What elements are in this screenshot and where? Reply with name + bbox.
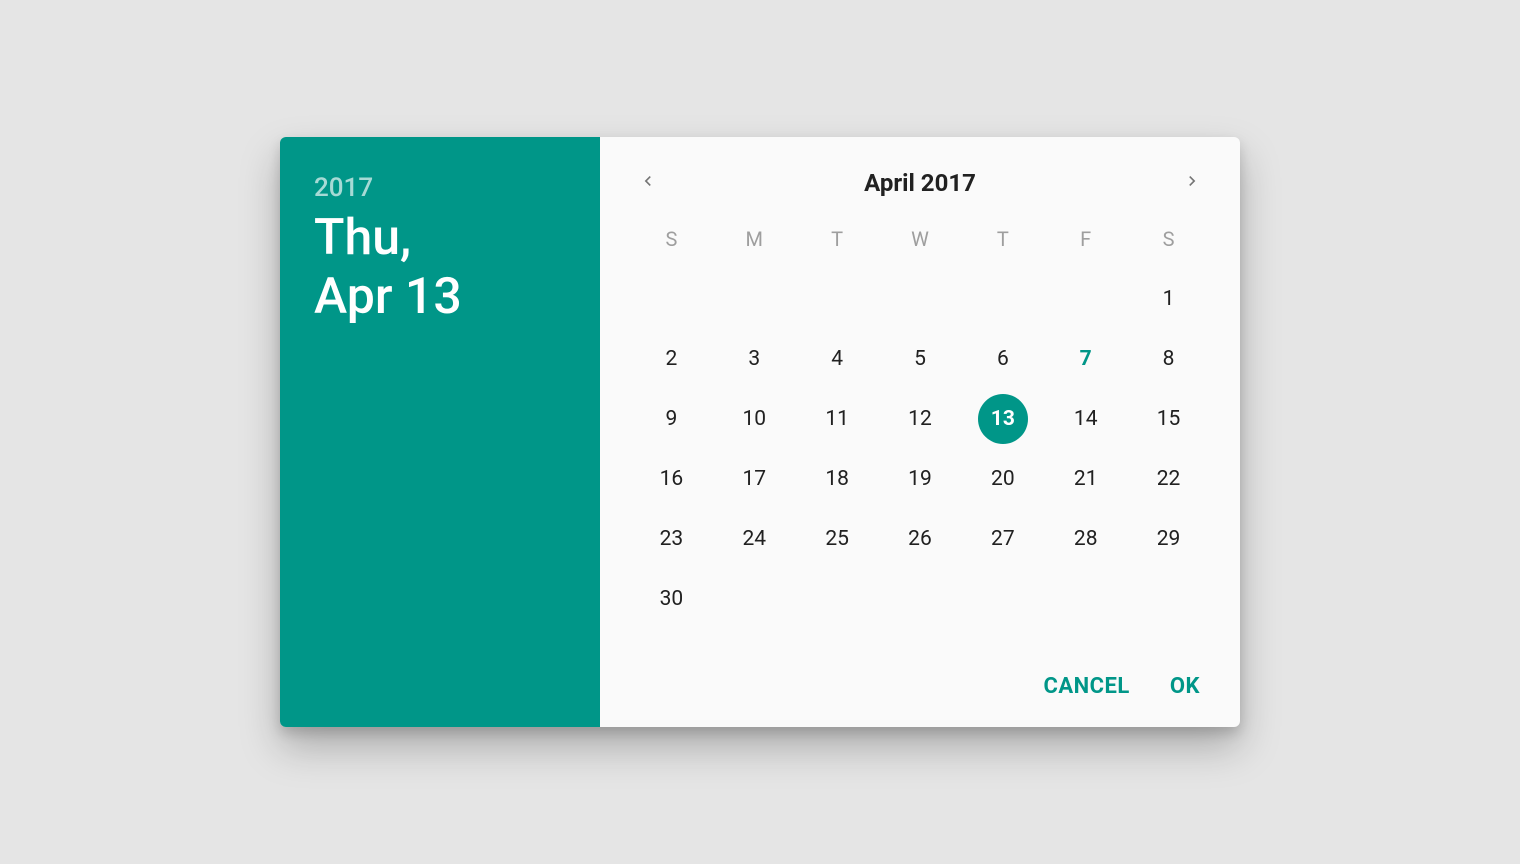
calendar-day[interactable]: 21 [1044,449,1127,509]
weekday-label: F [1044,219,1127,259]
weekday-label: W [879,219,962,259]
chevron-left-icon [638,171,658,195]
calendar-blank-cell [796,269,879,329]
calendar-day[interactable]: 11 [796,389,879,449]
calendar-day[interactable]: 22 [1127,449,1210,509]
cancel-button[interactable]: CANCEL [1043,674,1129,699]
dialog-actions: CANCEL OK [630,662,1210,707]
calendar-grid: 1234567891011121314151617181920212223242… [630,269,1210,629]
calendar-day[interactable]: 17 [713,449,796,509]
calendar-blank-cell [1044,269,1127,329]
weekday-label: T [961,219,1044,259]
calendar-day[interactable]: 2 [630,329,713,389]
calendar-day[interactable]: 5 [879,329,962,389]
calendar-day[interactable]: 20 [961,449,1044,509]
weekday-header: SMTWTFS [630,219,1210,259]
calendar-day[interactable]: 26 [879,509,962,569]
calendar-day[interactable]: 29 [1127,509,1210,569]
calendar-blank-cell [879,269,962,329]
calendar-day[interactable]: 19 [879,449,962,509]
calendar-day[interactable]: 7 [1044,329,1127,389]
calendar-day[interactable]: 23 [630,509,713,569]
calendar-blank-cell [630,269,713,329]
calendar-day[interactable]: 6 [961,329,1044,389]
weekday-label: S [630,219,713,259]
calendar-day[interactable]: 18 [796,449,879,509]
calendar-day[interactable]: 10 [713,389,796,449]
date-display-line2: Apr 13 [314,268,566,327]
chevron-right-icon [1182,171,1202,195]
month-navigation: April 2017 [630,165,1210,201]
weekday-label: T [796,219,879,259]
calendar-day[interactable]: 30 [630,569,713,629]
calendar-day[interactable]: 28 [1044,509,1127,569]
calendar-day[interactable]: 1 [1127,269,1210,329]
calendar-day[interactable]: 8 [1127,329,1210,389]
weekday-label: S [1127,219,1210,259]
calendar-day[interactable]: 4 [796,329,879,389]
calendar-day[interactable]: 25 [796,509,879,569]
calendar-day[interactable]: 16 [630,449,713,509]
next-month-button[interactable] [1174,165,1210,201]
ok-button[interactable]: OK [1170,674,1200,699]
date-display-line1: Thu, [314,209,566,268]
month-year-label: April 2017 [864,169,976,197]
calendar-panel: April 2017 SMTWTFS 123456789101112131415… [600,137,1240,727]
calendar-day[interactable]: 15 [1127,389,1210,449]
calendar-day[interactable]: 9 [630,389,713,449]
weekday-label: M [713,219,796,259]
year-selector[interactable]: 2017 [314,173,566,203]
date-picker-dialog: 2017 Thu, Apr 13 April 2017 SMTWTFS 1234… [280,137,1240,727]
prev-month-button[interactable] [630,165,666,201]
calendar-day[interactable]: 12 [879,389,962,449]
calendar-day[interactable]: 14 [1044,389,1127,449]
calendar-day[interactable]: 13 [961,389,1044,449]
calendar-blank-cell [713,269,796,329]
calendar-day[interactable]: 24 [713,509,796,569]
calendar-day[interactable]: 27 [961,509,1044,569]
calendar-day[interactable]: 3 [713,329,796,389]
calendar-blank-cell [961,269,1044,329]
selected-date-panel: 2017 Thu, Apr 13 [280,137,600,727]
date-display[interactable]: Thu, Apr 13 [314,209,566,327]
